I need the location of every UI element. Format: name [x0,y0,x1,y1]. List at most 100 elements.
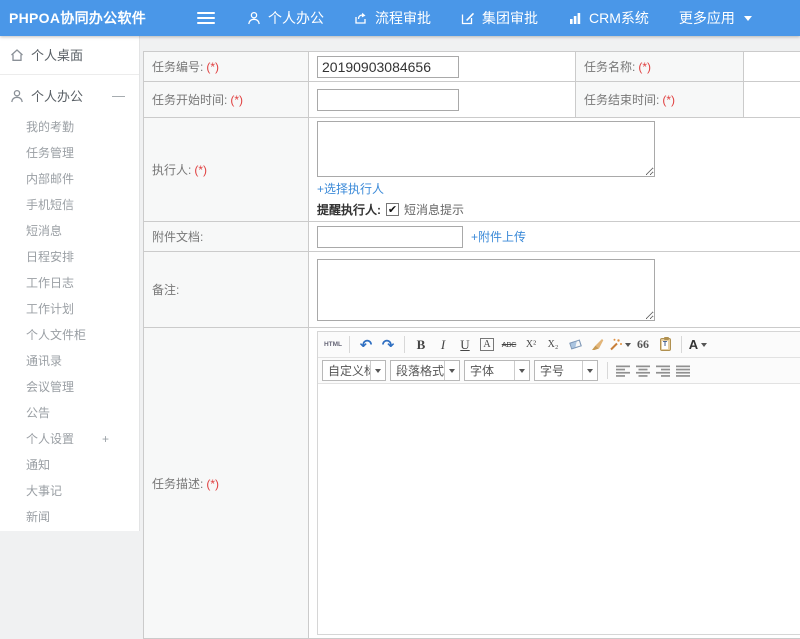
sidebar-item-announcement[interactable]: 公告 [0,400,139,426]
end-time-label-cell: 任务结束时间:(*) [576,82,744,118]
sidebar-item-task-management[interactable]: 任务管理 [0,140,139,166]
sidebar-item-label: 会议管理 [26,374,74,400]
paste-text-button[interactable]: T [655,334,675,356]
sidebar-item-label: 通讯录 [26,348,62,374]
bar-chart-icon [568,11,582,25]
attachment-upload-link[interactable]: +附件上传 [471,228,526,245]
required-mark: (*) [662,93,675,107]
editor-toolbar-row-2: 自定义标题 段落格式 字体 字号 [318,358,800,384]
font-family-select[interactable]: 字体 [464,360,530,381]
required-mark: (*) [206,60,219,74]
remark-label: 备注: [152,283,179,297]
italic-button[interactable]: I [433,334,453,356]
sidebar-item-work-plan[interactable]: 工作计划 [0,296,139,322]
edit-icon [461,11,475,25]
sidebar-item-personal-office[interactable]: 个人办公 — [0,77,139,114]
editor-content-area[interactable] [318,384,800,634]
sidebar-item-my-attendance[interactable]: 我的考勤 [0,114,139,140]
app-logo: PHPOA协同办公软件 [9,8,149,28]
form-row-start-time: 任务开始时间:(*) 任务结束时间:(*) [144,82,800,118]
required-mark: (*) [194,163,207,177]
nav-item-personal-office[interactable]: 个人办公 [247,8,324,28]
sidebar-item-contacts[interactable]: 通讯录 [0,348,139,374]
magic-wand-icon [609,338,622,351]
sidebar-item-personal-file-cabinet[interactable]: 个人文件柜 [0,322,139,348]
sidebar-item-internal-mail[interactable]: 内部邮件 [0,166,139,192]
blockquote-button[interactable]: 66 [633,334,653,356]
align-right-button[interactable] [654,360,672,382]
eraser-icon [569,339,582,349]
divider [0,74,139,75]
clipboard-icon: T [660,338,671,351]
autoformat-button[interactable]: A [480,338,493,351]
expand-icon[interactable]: + [102,426,109,452]
sidebar-item-label: 个人文件柜 [26,322,86,348]
html-source-button[interactable]: HTML [323,334,343,356]
executor-textarea[interactable] [317,121,655,177]
remark-textarea[interactable] [317,259,655,321]
custom-title-select[interactable]: 自定义标题 [322,360,386,381]
divider [681,336,682,353]
align-center-icon [636,365,650,377]
sidebar-item-short-message[interactable]: 短消息 [0,218,139,244]
magic-format-button[interactable] [609,334,631,356]
superscript-button[interactable]: X² [521,334,541,356]
task-number-label-cell: 任务编号:(*) [144,52,309,82]
sidebar-item-schedule[interactable]: 日程安排 [0,244,139,270]
nav-item-group-approval[interactable]: 集团审批 [461,8,538,28]
sms-remind-checkbox[interactable]: ✔ [386,203,399,216]
task-number-input[interactable] [317,56,459,78]
collapse-icon[interactable]: — [112,88,125,103]
sidebar-item-label: 个人办公 [31,86,83,105]
format-brush-button[interactable] [587,334,607,356]
align-justify-button[interactable] [674,360,692,382]
sidebar-item-mobile-sms[interactable]: 手机短信 [0,192,139,218]
paragraph-format-select[interactable]: 段落格式 [390,360,460,381]
sidebar-item-notification[interactable]: 通知 [0,452,139,478]
nav-item-crm-system[interactable]: CRM系统 [568,8,649,28]
sidebar-item-personal-settings[interactable]: 个人设置 + [0,426,139,452]
user-icon [247,11,261,25]
strikethrough-button[interactable]: ABC [499,334,519,356]
sidebar-item-work-log[interactable]: 工作日志 [0,270,139,296]
form-row-executor: 执行人:(*) +选择执行人 提醒执行人: ✔ 短消息提示 [144,118,800,222]
task-name-input-cell [744,52,800,82]
font-size-select[interactable]: 字号 [534,360,598,381]
subscript-button[interactable]: X₂ [543,334,563,356]
nav-item-more-apps[interactable]: 更多应用 [679,8,752,28]
chevron-down-icon [701,343,707,347]
chevron-down-icon [375,369,381,373]
bold-button[interactable]: B [411,334,431,356]
eraser-button[interactable] [565,334,585,356]
required-mark: (*) [230,93,243,107]
underline-button[interactable]: U [455,334,475,356]
sidebar-item-personal-desktop[interactable]: 个人桌面 [0,36,139,73]
divider [349,336,350,353]
sidebar-item-label: 日程安排 [26,244,74,270]
editor-toolbar-row-1: HTML ↶ ↷ B I U A ABC X² X₂ [318,332,800,358]
redo-button[interactable]: ↷ [378,334,398,356]
font-color-button[interactable]: A [688,334,708,356]
menu-toggle-icon[interactable] [197,9,217,27]
form-row-description: 任务描述:(*) HTML ↶ ↷ B I U A ABC X² X₂ [144,328,800,639]
attachment-input-cell: +附件上传 [309,222,800,252]
align-center-button[interactable] [634,360,652,382]
divider [404,336,405,353]
nav-item-label: CRM系统 [589,8,649,28]
align-left-button[interactable] [614,360,632,382]
sidebar-item-label: 工作日志 [26,270,74,296]
sidebar-item-meeting-management[interactable]: 会议管理 [0,374,139,400]
align-right-icon [656,365,670,377]
sidebar-item-news[interactable]: 新闻 [0,504,139,530]
nav-item-workflow-approval[interactable]: 流程审批 [354,8,431,28]
sidebar-item-events[interactable]: 大事记 [0,478,139,504]
choose-executor-link[interactable]: +选择执行人 [317,182,384,196]
undo-button[interactable]: ↶ [356,334,376,356]
sidebar-item-label: 大事记 [26,478,62,504]
start-time-input[interactable] [317,89,459,111]
form-row-task-number: 任务编号:(*) 任务名称:(*) [144,52,800,82]
rich-text-editor: HTML ↶ ↷ B I U A ABC X² X₂ [317,331,800,635]
chevron-down-icon [519,369,525,373]
attachment-input[interactable] [317,226,463,248]
sidebar-item-label: 公告 [26,400,50,426]
